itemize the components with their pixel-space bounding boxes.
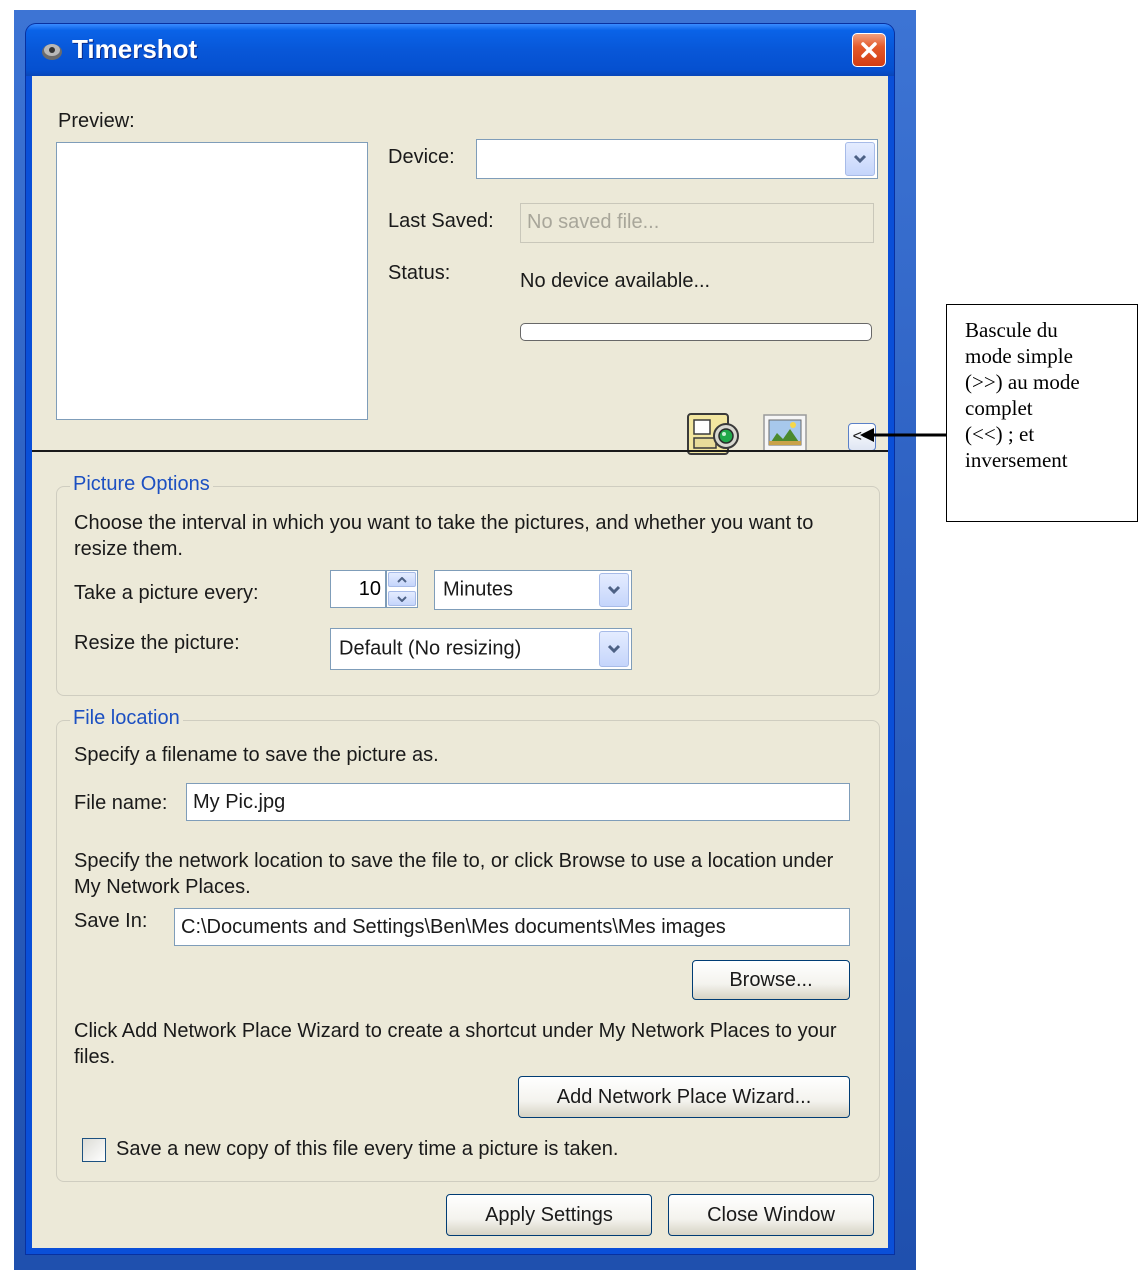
apply-settings-button[interactable]: Apply Settings bbox=[446, 1194, 652, 1236]
close-icon bbox=[861, 42, 877, 58]
annotation-arrow-icon bbox=[860, 428, 946, 442]
section-divider bbox=[32, 450, 888, 452]
title-bar[interactable]: Timershot bbox=[26, 24, 894, 76]
annotation-text: Bascule du mode simple (>>) au mode comp… bbox=[965, 318, 1080, 472]
chevron-down-icon bbox=[607, 644, 621, 654]
interval-unit-value: Minutes bbox=[443, 578, 514, 601]
interval-spinner[interactable] bbox=[386, 570, 418, 608]
resize-label: Resize the picture: bbox=[74, 632, 240, 654]
interval-input[interactable]: 10 bbox=[330, 570, 386, 608]
status-value: No device available... bbox=[520, 270, 711, 292]
close-window-button[interactable] bbox=[852, 33, 886, 67]
picture-options-legend: Picture Options bbox=[70, 473, 213, 496]
dialog-client: Preview: Device: Last Saved: No saved fi… bbox=[32, 76, 888, 1248]
device-dropdown-button[interactable] bbox=[845, 142, 875, 176]
close-window-button-bottom[interactable]: Close Window bbox=[668, 1194, 874, 1236]
arrow-up-icon bbox=[397, 576, 407, 583]
last-saved-field: No saved file... bbox=[520, 203, 874, 243]
filename-label: File name: bbox=[74, 792, 168, 814]
network-location-description: Specify the network location to save the… bbox=[74, 850, 834, 898]
resize-value: Default (No resizing) bbox=[339, 637, 522, 660]
timershot-window: Timershot Preview: Device: Last Saved: N… bbox=[26, 24, 894, 1254]
arrow-down-icon bbox=[397, 595, 407, 602]
preview-pane bbox=[56, 142, 368, 420]
chevron-down-icon bbox=[853, 154, 867, 164]
chevron-down-icon bbox=[607, 585, 621, 595]
capture-progress-bar bbox=[520, 323, 872, 341]
file-location-legend: File location bbox=[70, 707, 183, 730]
resize-dropdown-button[interactable] bbox=[599, 631, 629, 667]
preview-label: Preview: bbox=[58, 110, 135, 132]
interval-unit-select[interactable]: Minutes bbox=[434, 570, 632, 610]
interval-unit-dropdown-button[interactable] bbox=[599, 573, 629, 607]
browse-button[interactable]: Browse... bbox=[692, 960, 850, 1000]
picture-icon[interactable] bbox=[762, 413, 808, 453]
interval-label: Take a picture every: bbox=[74, 582, 259, 604]
save-new-copy-checkbox[interactable] bbox=[82, 1138, 106, 1162]
save-in-input[interactable]: C:\Documents and Settings\Ben\Mes docume… bbox=[174, 908, 850, 946]
window-title: Timershot bbox=[72, 34, 198, 64]
device-select[interactable] bbox=[476, 139, 878, 179]
save-new-copy-label[interactable]: Save a new copy of this file every time … bbox=[116, 1138, 618, 1161]
filename-input[interactable]: My Pic.jpg bbox=[186, 783, 850, 821]
status-label: Status: bbox=[388, 262, 451, 284]
wizard-description: Click Add Network Place Wizard to create… bbox=[74, 1020, 837, 1068]
filename-description: Specify a filename to save the picture a… bbox=[74, 744, 439, 766]
spinner-down-button[interactable] bbox=[388, 591, 416, 606]
add-network-place-wizard-button[interactable]: Add Network Place Wizard... bbox=[518, 1076, 850, 1118]
save-in-label: Save In: bbox=[74, 910, 148, 932]
device-label: Device: bbox=[388, 146, 455, 168]
app-icon bbox=[42, 44, 62, 60]
annotation-box: Bascule du mode simple (>>) au mode comp… bbox=[946, 304, 1138, 522]
picture-options-description: Choose the interval in which you want to… bbox=[74, 512, 814, 560]
last-saved-label: Last Saved: bbox=[388, 210, 494, 232]
spinner-up-button[interactable] bbox=[388, 572, 416, 587]
resize-select[interactable]: Default (No resizing) bbox=[330, 628, 632, 670]
